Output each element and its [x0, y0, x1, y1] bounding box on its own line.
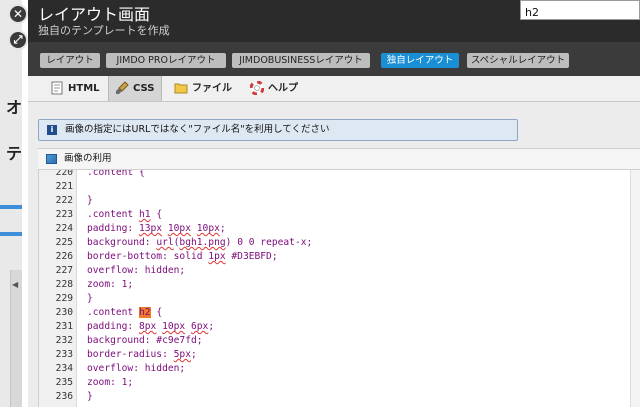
editor-tool-tabs: HTML CSS ファイル ヘルプ [28, 76, 640, 102]
code-line[interactable]: 222} [39, 194, 640, 208]
line-number: 233 [55, 349, 73, 360]
tab-file-label: ファイル [192, 83, 232, 94]
code-text[interactable]: .content { [87, 170, 145, 180]
code-text[interactable]: zoom: 1; [87, 376, 133, 390]
dialog-subtitle: 独自のテンプレートを作成 [38, 24, 170, 37]
tab-jimdo-pro-layout[interactable]: JIMDO PROレイアウト [106, 53, 226, 68]
line-number: 235 [55, 377, 73, 388]
image-usage-bar[interactable]: 画像の利用 [38, 148, 640, 170]
tab-html-label: HTML [68, 83, 100, 94]
tab-css-label: CSS [133, 83, 155, 94]
code-line[interactable]: 228 zoom: 1; [39, 278, 640, 292]
tab-file[interactable]: ファイル [174, 76, 244, 101]
code-line[interactable]: 225 background: url(bgh1.png) 0 0 repeat-… [39, 236, 640, 250]
html-page-icon [50, 80, 64, 95]
line-number: 227 [55, 265, 73, 276]
background-accent-bar [0, 205, 22, 209]
line-number: 222 [55, 195, 73, 206]
expand-icon[interactable]: ⤢ [8, 30, 28, 50]
paintbrush-icon [115, 80, 129, 94]
close-icon[interactable]: ✕ [8, 4, 28, 24]
find-box[interactable] [520, 0, 640, 22]
code-line[interactable]: 234 overflow: hidden; [39, 362, 640, 376]
code-text[interactable]: overflow: hidden; [87, 264, 185, 278]
code-text[interactable]: border-bottom: solid 1px #D3EBFD; [87, 250, 278, 264]
code-line[interactable]: 226 border-bottom: solid 1px #D3EBFD; [39, 250, 640, 264]
line-number: 232 [55, 335, 73, 346]
tab-jimdo-business-layout[interactable]: JIMDOBUSINESSレイアウト [232, 53, 370, 68]
image-filename-notice: i 画像の指定にはURLではなく"ファイル名"を利用してください [38, 119, 518, 141]
line-number: 220 [55, 170, 73, 178]
tab-help[interactable]: ヘルプ [249, 76, 310, 101]
line-number: 230 [55, 307, 73, 318]
code-line[interactable]: 232 background: #c9e7fd; [39, 334, 640, 348]
lifebuoy-icon [249, 80, 265, 96]
line-number: 221 [55, 181, 73, 192]
code-text[interactable]: background: url(bgh1.png) 0 0 repeat-x; [87, 236, 312, 250]
line-number: 223 [55, 209, 73, 220]
code-text[interactable]: padding: 13px 10px 10px; [87, 222, 226, 236]
code-line[interactable]: 220 .content { [39, 170, 640, 180]
layout-tab-bar: レイアウト JIMDO PROレイアウト JIMDOBUSINESSレイアウト … [28, 42, 640, 76]
tab-layout[interactable]: レイアウト [40, 53, 100, 68]
image-usage-label[interactable]: 画像の利用 [64, 153, 112, 164]
editor-scrollbar[interactable] [630, 170, 640, 407]
info-icon: i [47, 125, 57, 135]
code-line[interactable]: 235 zoom: 1; [39, 376, 640, 390]
notice-text: 画像の指定にはURLではなく"ファイル名"を利用してください [65, 124, 330, 135]
tab-help-label: ヘルプ [268, 83, 298, 94]
tab-special-layout[interactable]: スペシャルレイアウト [467, 53, 569, 68]
code-text[interactable]: background: #c9e7fd; [87, 334, 203, 348]
code-line[interactable]: 236} [39, 390, 640, 404]
picture-icon [46, 154, 57, 164]
code-text[interactable]: } [87, 292, 93, 306]
line-number: 226 [55, 251, 73, 262]
code-line[interactable]: 221 [39, 180, 640, 194]
background-heading-char: オ [6, 98, 23, 117]
code-text[interactable]: .content h2 { [87, 306, 162, 320]
code-text[interactable]: border-radius: 5px; [87, 348, 197, 362]
code-text[interactable]: zoom: 1; [87, 278, 133, 292]
line-number: 236 [55, 391, 73, 402]
line-number: 231 [55, 321, 73, 332]
search-match-highlight: h2 [138, 307, 151, 318]
tab-html[interactable]: HTML [50, 76, 108, 101]
scroll-left-icon[interactable]: ◀ [12, 280, 18, 289]
background-scrollbar[interactable] [10, 270, 22, 407]
code-line[interactable]: 233 border-radius: 5px; [39, 348, 640, 362]
line-number: 225 [55, 237, 73, 248]
code-text[interactable]: padding: 8px 10px 6px; [87, 320, 214, 334]
background-accent-bar [0, 232, 22, 236]
code-text[interactable]: .content h1 { [87, 208, 162, 222]
code-line[interactable]: 224 padding: 13px 10px 10px; [39, 222, 640, 236]
code-text[interactable]: } [87, 390, 93, 404]
background-heading-char: テ [6, 144, 23, 163]
line-number: 234 [55, 363, 73, 374]
code-text[interactable]: } [87, 194, 93, 208]
code-line[interactable]: 231 padding: 8px 10px 6px; [39, 320, 640, 334]
line-number: 229 [55, 293, 73, 304]
tab-css[interactable]: CSS [108, 76, 162, 101]
line-number: 224 [55, 223, 73, 234]
css-code-editor[interactable]: 220 .content {221 222} 223 .content h1 {224 p… [38, 170, 640, 407]
code-line[interactable]: 230 .content h2 { [39, 306, 640, 320]
find-input[interactable] [521, 3, 639, 22]
code-line[interactable]: 229} [39, 292, 640, 306]
background-page-strip: オ テ ◀ [0, 0, 22, 407]
tab-custom-layout[interactable]: 独自レイアウト [381, 53, 459, 68]
code-text[interactable]: overflow: hidden; [87, 362, 185, 376]
folder-icon [174, 80, 188, 94]
code-line[interactable]: 223 .content h1 { [39, 208, 640, 222]
code-line[interactable]: 227 overflow: hidden; [39, 264, 640, 278]
line-number: 228 [55, 279, 73, 290]
